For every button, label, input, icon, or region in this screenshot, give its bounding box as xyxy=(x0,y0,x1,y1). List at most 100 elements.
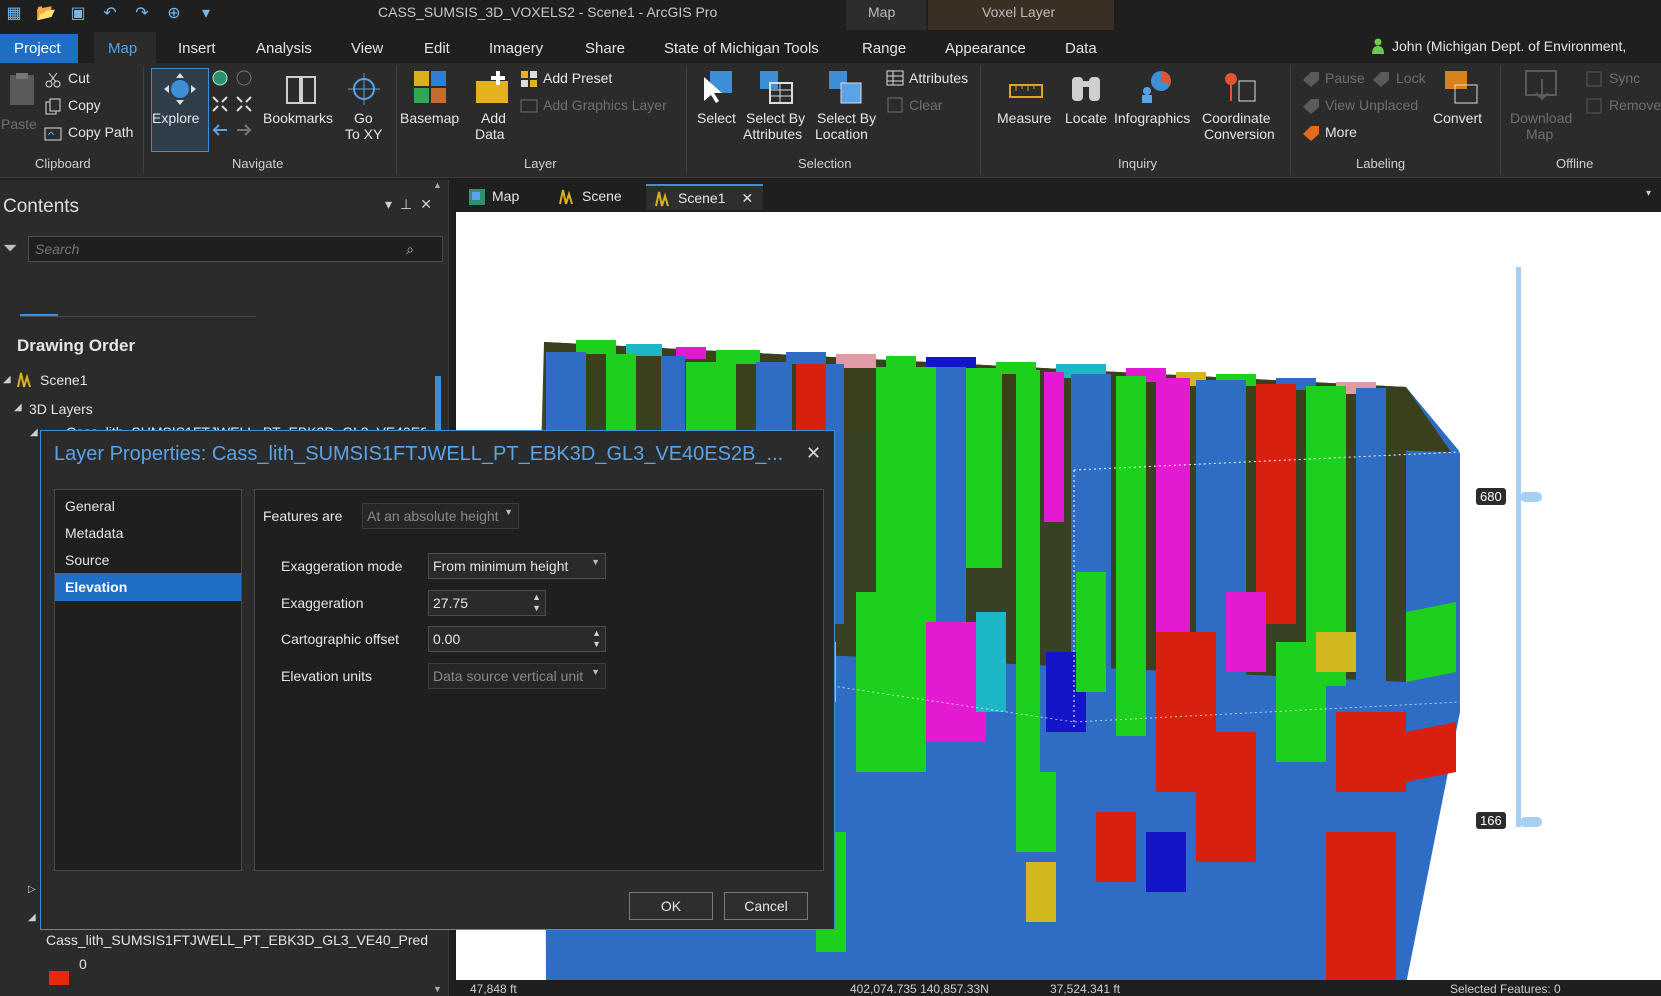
select-by-location-line1[interactable]: Select By xyxy=(817,110,876,126)
customize-qat-icon[interactable]: ▾ xyxy=(196,4,216,24)
tree-item-3d-layers[interactable]: 3D Layers xyxy=(29,401,93,417)
tree-item-prediction-layer[interactable]: Cass_lith_SUMSIS1FTJWELL_PT_EBK3D_GL3_VE… xyxy=(46,932,429,948)
scroll-down-icon[interactable]: ▼ xyxy=(433,984,442,994)
redo-icon[interactable]: ↷ xyxy=(132,4,152,24)
contents-search[interactable]: ⌕ xyxy=(28,236,443,262)
attributes-button[interactable]: Attributes xyxy=(909,70,968,86)
undo-icon[interactable]: ↶ xyxy=(100,4,120,24)
sync-button[interactable]: Sync xyxy=(1609,70,1640,86)
contents-search-input[interactable] xyxy=(29,237,389,261)
add-data-line1[interactable]: Add xyxy=(481,110,506,126)
pause-button[interactable]: Pause xyxy=(1325,70,1365,86)
exaggeration-stepper[interactable]: 27.75 ▲ ▼ xyxy=(428,590,546,616)
close-view-tab-icon[interactable]: ✕ xyxy=(741,190,753,206)
copy-button[interactable]: Copy xyxy=(68,97,101,113)
nav-metadata[interactable]: Metadata xyxy=(55,519,241,547)
tab-analysis[interactable]: Analysis xyxy=(256,40,312,57)
tab-project[interactable]: Project xyxy=(0,34,78,64)
scale-readout[interactable]: 47,848 ft xyxy=(470,982,517,996)
ok-button[interactable]: OK xyxy=(629,892,713,920)
go-to-xy-line2[interactable]: To XY xyxy=(345,126,382,142)
more-button[interactable]: More xyxy=(1325,124,1357,140)
view-tab-map[interactable]: Map xyxy=(460,184,529,210)
remove-button[interactable]: Remove xyxy=(1609,97,1661,113)
nav-source[interactable]: Source xyxy=(55,546,241,574)
coordinate-conversion-line1[interactable]: Coordinate xyxy=(1202,110,1271,126)
copy-path-button[interactable]: Copy Path xyxy=(68,124,133,140)
pin-icon[interactable]: ⊥ xyxy=(400,196,420,212)
tab-share[interactable]: Share xyxy=(585,40,625,57)
collapse-layer-icon[interactable]: ◢ xyxy=(30,427,38,438)
range-slider-track[interactable] xyxy=(1516,267,1521,827)
tab-imagery[interactable]: Imagery xyxy=(489,40,543,57)
select-by-attributes-line2[interactable]: Attributes xyxy=(743,126,802,142)
spin-arrows-icon[interactable]: ▲ ▼ xyxy=(532,592,541,614)
range-lower-handle[interactable] xyxy=(1520,817,1542,827)
selected-features-count[interactable]: Selected Features: 0 xyxy=(1450,982,1561,996)
basemap-button[interactable]: Basemap xyxy=(400,110,459,126)
tab-state-of-michigan-tools[interactable]: State of Michigan Tools xyxy=(664,40,819,57)
collapse-bottom-layer-icon[interactable]: ◢ xyxy=(28,912,36,923)
cartographic-offset-label: Cartographic offset xyxy=(281,631,400,647)
cut-button[interactable]: Cut xyxy=(68,70,90,86)
select-by-location-line2[interactable]: Location xyxy=(815,126,868,142)
filter-icon[interactable]: ⏷ xyxy=(3,238,17,259)
full-extent-icon[interactable] xyxy=(211,95,229,113)
select-button[interactable]: Select xyxy=(697,110,736,126)
view-tab-overflow-icon[interactable]: ▾ xyxy=(1646,188,1651,199)
scroll-up-icon[interactable]: ▲ xyxy=(433,180,442,190)
measure-button[interactable]: Measure xyxy=(997,110,1051,126)
cartographic-offset-stepper[interactable]: 0.00 ▲ ▼ xyxy=(428,626,606,652)
tab-edit[interactable]: Edit xyxy=(424,40,450,57)
bookmarks-button[interactable]: Bookmarks xyxy=(263,110,333,126)
coordinate-conversion-line2[interactable]: Conversion xyxy=(1204,126,1275,142)
globe-3d-icon[interactable] xyxy=(235,69,253,87)
add-preset-button[interactable]: Add Preset xyxy=(543,70,612,86)
range-upper-handle[interactable] xyxy=(1520,492,1542,502)
go-to-xy-line1[interactable]: Go xyxy=(354,110,373,126)
view-tab-scene[interactable]: Scene xyxy=(550,184,632,210)
tab-insert[interactable]: Insert xyxy=(178,40,216,57)
expand-icon[interactable]: ▷ xyxy=(28,884,36,895)
tree-item-scene1[interactable]: Scene1 xyxy=(40,372,87,388)
open-project-icon[interactable]: 📂 xyxy=(36,4,56,24)
collapse-3d-layers-icon[interactable]: ◢ xyxy=(14,402,22,413)
features-are-dropdown[interactable]: At an absolute height ▼ xyxy=(362,503,519,529)
locate-button[interactable]: Locate xyxy=(1065,110,1107,126)
add-graphics-layer-button[interactable]: Add Graphics Layer xyxy=(543,97,667,113)
lock-button[interactable]: Lock xyxy=(1396,70,1426,86)
crosshair-icon[interactable]: ⊕ xyxy=(164,4,184,24)
tab-range[interactable]: Range xyxy=(862,40,906,57)
spin-arrows-icon[interactable]: ▲ ▼ xyxy=(592,628,601,650)
signed-in-user[interactable]: John (Michigan Dept. of Environment, xyxy=(1392,38,1626,54)
scrollbar-thumb[interactable] xyxy=(435,376,441,436)
paste-button[interactable]: Paste xyxy=(1,116,37,132)
cancel-button[interactable]: Cancel xyxy=(724,892,808,920)
select-by-attributes-line1[interactable]: Select By xyxy=(746,110,805,126)
download-map-line2[interactable]: Map xyxy=(1526,126,1553,142)
convert-button[interactable]: Convert xyxy=(1433,110,1482,126)
next-extent-icon[interactable] xyxy=(235,121,253,139)
exaggeration-mode-dropdown[interactable]: From minimum height ▼ xyxy=(428,553,606,579)
view-tab-scene1[interactable]: Scene1 ✕ xyxy=(646,184,764,210)
tab-appearance[interactable]: Appearance xyxy=(945,40,1026,57)
pane-options-icon[interactable]: ▾ xyxy=(385,196,400,212)
view-unplaced-button[interactable]: View Unplaced xyxy=(1325,97,1418,113)
elevation-units-dropdown[interactable]: Data source vertical unit ▼ xyxy=(428,663,606,689)
tab-view[interactable]: View xyxy=(351,40,383,57)
dialog-close-icon[interactable]: ✕ xyxy=(806,443,821,464)
nav-general[interactable]: General xyxy=(55,492,241,520)
tab-data[interactable]: Data xyxy=(1065,40,1097,57)
globe-icon[interactable] xyxy=(211,69,229,87)
collapse-scene-icon[interactable]: ◢ xyxy=(3,374,11,385)
add-data-line2[interactable]: Data xyxy=(475,126,505,142)
search-icon[interactable]: ⌕ xyxy=(406,241,414,258)
tab-map[interactable]: Map xyxy=(108,40,137,57)
download-map-line1[interactable]: Download xyxy=(1510,110,1572,126)
fixed-zoom-icon[interactable] xyxy=(235,95,253,113)
infographics-button[interactable]: Infographics xyxy=(1114,110,1190,126)
nav-elevation[interactable]: Elevation xyxy=(55,573,241,601)
previous-extent-icon[interactable] xyxy=(211,121,229,139)
clear-button[interactable]: Clear xyxy=(909,97,942,113)
save-icon[interactable]: ▣ xyxy=(68,4,88,24)
